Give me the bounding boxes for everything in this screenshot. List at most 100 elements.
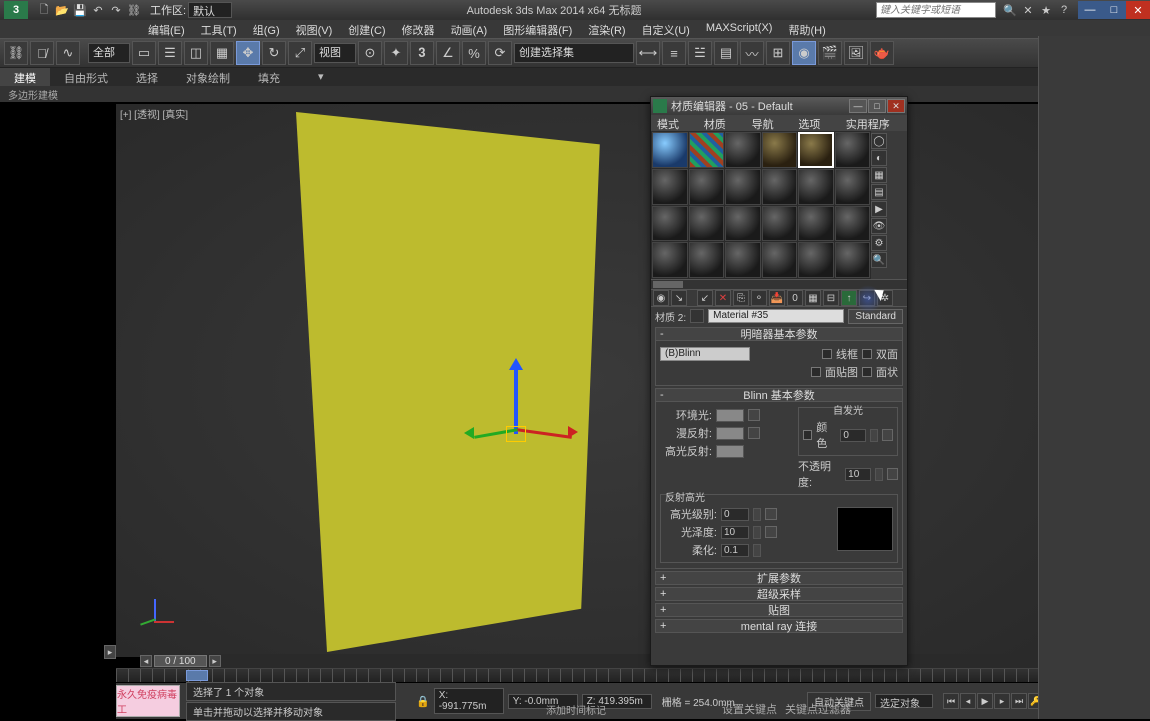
search-icon[interactable]: 🔍 <box>1002 2 1018 18</box>
percent-snap-button[interactable]: % <box>462 41 486 65</box>
ambient-lock-button[interactable] <box>748 409 760 421</box>
bind-spacewarp-button[interactable]: ∿ <box>56 41 80 65</box>
menu-help[interactable]: 帮助(H) <box>780 20 833 38</box>
tab-selection[interactable]: 选择 <box>122 68 172 86</box>
select-rotate-button[interactable]: ↻ <box>262 41 286 65</box>
select-object-button[interactable]: ▭ <box>132 41 156 65</box>
ribbon-pin-icon[interactable]: ▾ <box>304 68 338 86</box>
graphite-button[interactable]: ▤ <box>714 41 738 65</box>
matmenu-options[interactable]: 选项(O) <box>792 115 839 131</box>
pivot-button[interactable]: ⊙ <box>358 41 382 65</box>
backlight-icon[interactable]: ◐ <box>871 150 887 166</box>
prev-frame-button[interactable]: ◂ <box>960 693 976 709</box>
menu-grapheditors[interactable]: 图形编辑器(F) <box>495 20 580 38</box>
speclevel-input[interactable]: 0 <box>721 508 749 521</box>
keyfilter-button[interactable]: 关键点过滤器 <box>785 701 851 717</box>
put-library-button[interactable]: 📥 <box>769 290 785 306</box>
sample-slot[interactable] <box>835 206 871 242</box>
coord-x-input[interactable]: X: -991.775m <box>434 688 504 714</box>
sample-slot[interactable] <box>689 169 725 205</box>
shader-combo[interactable]: (B)Blinn <box>660 347 750 361</box>
put-to-scene-button[interactable]: ↘ <box>671 290 687 306</box>
selectby-icon[interactable]: 🔍 <box>871 252 887 268</box>
sample-slot[interactable] <box>798 206 834 242</box>
link-button[interactable]: ⛓ <box>4 41 28 65</box>
sample-slot[interactable] <box>798 242 834 278</box>
rollout-blinn-header[interactable]: -Blinn 基本参数 <box>655 388 903 402</box>
rollout-extended-header[interactable]: +扩展参数 <box>655 571 903 585</box>
link-icon[interactable]: ⛓ <box>126 2 142 18</box>
schematic-button[interactable]: ⊞ <box>766 41 790 65</box>
faceted-checkbox[interactable] <box>862 367 872 377</box>
go-forward-button[interactable]: ↪ <box>859 290 875 306</box>
sample-slot[interactable] <box>762 169 798 205</box>
tab-freeform[interactable]: 自由形式 <box>50 68 122 86</box>
maximize-button[interactable]: □ <box>1102 1 1126 19</box>
make-copy-button[interactable]: ⎘ <box>733 290 749 306</box>
selfillum-color-checkbox[interactable] <box>803 430 812 440</box>
minimize-button[interactable]: — <box>1078 1 1102 19</box>
uvtile-icon[interactable]: ▤ <box>871 184 887 200</box>
sample-slot-selected[interactable] <box>798 132 834 168</box>
select-name-button[interactable]: ☰ <box>158 41 182 65</box>
gloss-input[interactable]: 10 <box>721 526 749 539</box>
sample-slot[interactable] <box>762 132 798 168</box>
layer-button[interactable]: ☱ <box>688 41 712 65</box>
sample-slot[interactable] <box>762 206 798 242</box>
show-in-vp-button[interactable]: ▦ <box>805 290 821 306</box>
selfillum-map-button[interactable] <box>882 429 893 441</box>
timeslider-next-button[interactable]: ▸ <box>209 655 221 667</box>
command-panel[interactable] <box>1038 36 1150 719</box>
mateditor-min-button[interactable]: — <box>849 99 867 113</box>
sample-slot[interactable] <box>652 132 688 168</box>
render-button[interactable]: 🫖 <box>870 41 894 65</box>
matid-button[interactable]: 0 <box>787 290 803 306</box>
undo-icon[interactable]: ↶ <box>90 2 106 18</box>
sample-slot[interactable] <box>835 242 871 278</box>
menu-tools[interactable]: 工具(T) <box>193 20 245 38</box>
sample-slot[interactable] <box>725 242 761 278</box>
show-end-button[interactable]: ⊟ <box>823 290 839 306</box>
matmenu-navigation[interactable]: 导航(N) <box>746 115 793 131</box>
scene-plane-object[interactable] <box>296 112 606 652</box>
sample-slot[interactable] <box>725 206 761 242</box>
new-icon[interactable]: 🗋 <box>36 2 52 18</box>
named-selection-combo[interactable]: 创建选择集 <box>514 43 634 63</box>
rollout-maps-header[interactable]: +贴图 <box>655 603 903 617</box>
viewport-label[interactable]: [+] [透视] [真实] <box>120 106 188 121</box>
material-type-button[interactable]: Standard <box>848 309 903 324</box>
select-scale-button[interactable]: ⤢ <box>288 41 312 65</box>
menu-customize[interactable]: 自定义(U) <box>634 20 698 38</box>
redo-icon[interactable]: ↷ <box>108 2 124 18</box>
background-icon[interactable]: ▦ <box>871 167 887 183</box>
specular-swatch[interactable] <box>716 445 744 458</box>
script-listener-button[interactable]: 永久免疫病毒工 <box>116 685 180 717</box>
viewport-expand-button[interactable]: ▸ <box>104 645 116 659</box>
opacity-input[interactable]: 10 <box>845 468 871 481</box>
menu-create[interactable]: 创建(C) <box>340 20 393 38</box>
help-icon[interactable]: ? <box>1056 2 1072 18</box>
material-name-combo[interactable]: Material #35 <box>708 309 844 323</box>
selfillum-input[interactable]: 0 <box>840 429 866 442</box>
unlink-button[interactable]: ⛓̸ <box>30 41 54 65</box>
workspace-combo[interactable]: 默认 <box>188 2 232 18</box>
sample-slot[interactable] <box>725 169 761 205</box>
selfillum-spinner[interactable] <box>870 429 877 442</box>
mirror-button[interactable]: ⟷ <box>636 41 660 65</box>
sample-slot[interactable] <box>652 169 688 205</box>
keymode-combo[interactable]: 选定对象 <box>875 694 933 708</box>
render-setup-button[interactable]: 🎬 <box>818 41 842 65</box>
menu-rendering[interactable]: 渲染(R) <box>580 20 633 38</box>
window-crossing-button[interactable]: ▦ <box>210 41 234 65</box>
timeslider-frame-label[interactable]: 0 / 100 <box>154 655 207 667</box>
exchange-icon[interactable]: ✕ <box>1020 2 1036 18</box>
options-icon[interactable]: ⚙ <box>871 235 887 251</box>
goto-start-button[interactable]: ⏮ <box>943 693 959 709</box>
sample-slot[interactable] <box>689 242 725 278</box>
sample-slot[interactable] <box>762 242 798 278</box>
menu-views[interactable]: 视图(V) <box>288 20 341 38</box>
add-time-tag[interactable]: 添加时间标记 <box>546 702 606 717</box>
save-icon[interactable]: 💾 <box>72 2 88 18</box>
setkey-button[interactable]: 设置关键点 <box>722 701 777 717</box>
ref-coord-combo[interactable]: 视图 <box>314 43 356 63</box>
